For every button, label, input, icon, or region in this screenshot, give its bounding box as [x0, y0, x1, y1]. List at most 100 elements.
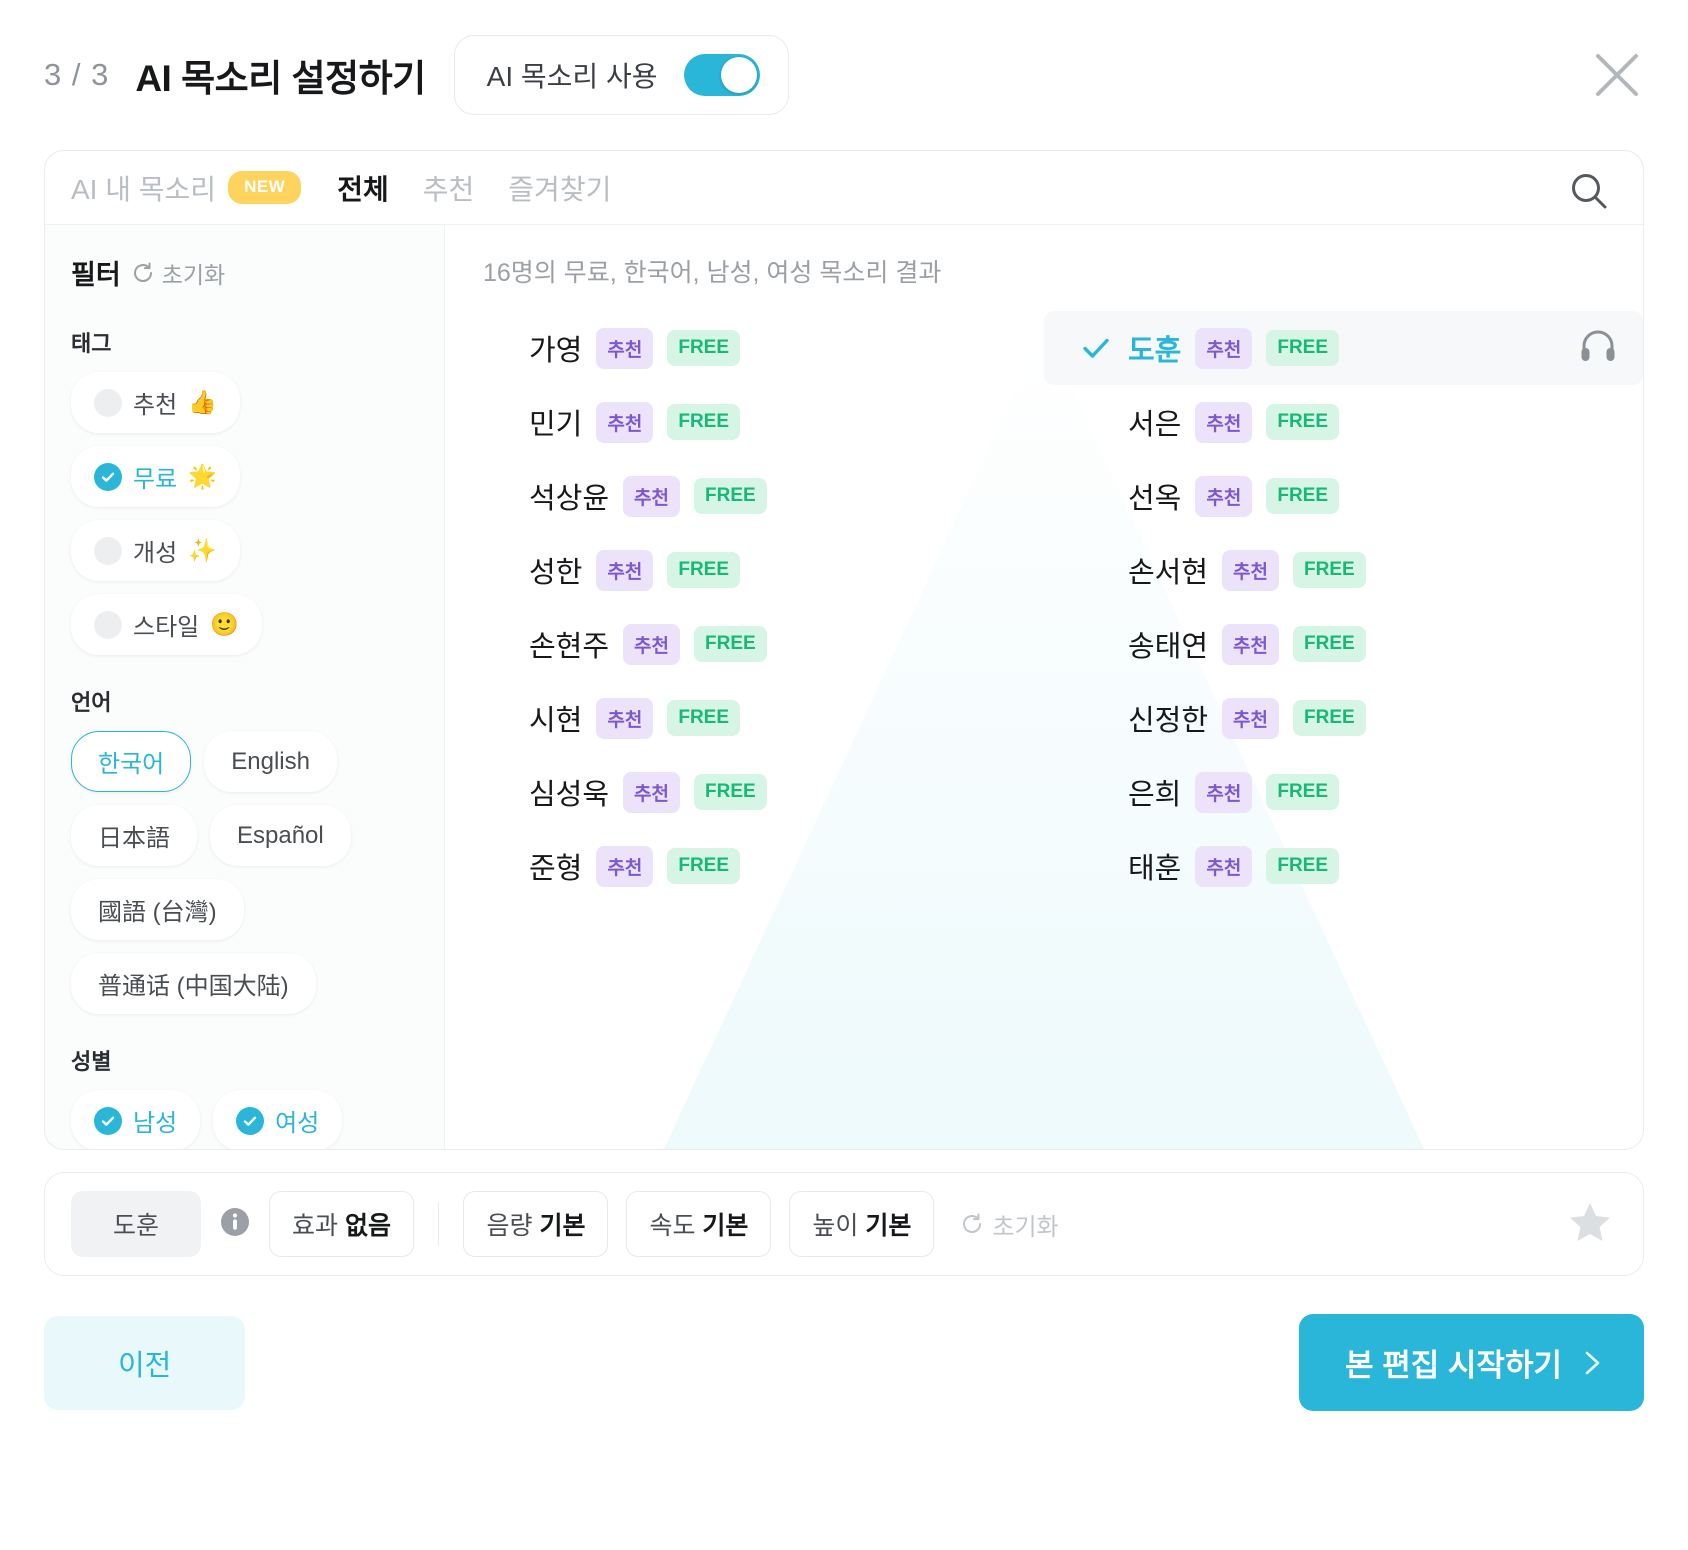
filter-chips-gender: 남성 여성 — [71, 1090, 418, 1149]
voice-selected-check-icon — [1080, 332, 1114, 364]
toggle-knob — [721, 57, 757, 93]
badge-free: FREE — [1266, 330, 1339, 366]
tab-my-ai-voice[interactable]: AI 내 목소리 — [71, 168, 216, 208]
chip-checked-icon — [94, 463, 122, 491]
previous-button[interactable]: 이전 — [44, 1316, 245, 1410]
reset-icon — [960, 1212, 984, 1236]
filter-chip-lang-english[interactable]: English — [204, 731, 337, 792]
toolbar-reset-button[interactable]: 초기화 — [960, 1207, 1058, 1242]
headphone-icon[interactable] — [1577, 325, 1619, 372]
badge-free: FREE — [1293, 552, 1366, 588]
filter-panel: 필터 초기화 태그 추천 👍 — [45, 225, 445, 1149]
pitch-prefix: 높이 — [812, 1212, 865, 1240]
volume-setting-button[interactable]: 음량 기본 — [463, 1191, 608, 1257]
filter-chip-lang-japanese[interactable]: 日本語 — [71, 805, 197, 866]
filter-chip-recommend[interactable]: 추천 👍 — [71, 372, 240, 433]
badge-recommend: 추천 — [1222, 550, 1279, 591]
ai-voice-toggle-card[interactable]: AI 목소리 사용 — [454, 35, 789, 115]
filter-chip-gender-male[interactable]: 남성 — [71, 1090, 200, 1149]
tab-recommended[interactable]: 추천 — [423, 168, 475, 208]
filter-chip-style[interactable]: 스타일 🙂 — [71, 594, 262, 655]
voice-list-item[interactable]: 심성욱 추천 FREE — [445, 755, 1044, 829]
chip-checked-icon — [94, 1107, 122, 1135]
info-icon[interactable] — [219, 1206, 251, 1243]
step-counter: 3 / 3 — [44, 57, 109, 93]
reset-icon — [131, 261, 155, 285]
pitch-setting-button[interactable]: 높이 기본 — [789, 1191, 934, 1257]
voice-list-item[interactable]: 손현주 추천 FREE — [445, 607, 1044, 681]
voice-list-item[interactable]: 선옥 추천 FREE — [1044, 459, 1643, 533]
ai-voice-setup-page: 3 / 3 AI 목소리 설정하기 AI 목소리 사용 AI 내 목소리 NEW… — [0, 0, 1688, 1550]
start-editing-button[interactable]: 본 편집 시작하기 — [1299, 1314, 1644, 1411]
volume-prefix: 음량 — [486, 1212, 539, 1240]
sparkle-icon: ✨ — [188, 539, 217, 562]
speed-setting-button[interactable]: 속도 기본 — [626, 1191, 771, 1257]
filter-chip-lang-spanish[interactable]: Español — [210, 805, 351, 866]
filter-chips-language: 한국어 English 日本語 Español 國語 (台灣) 普通话 (中国大… — [71, 731, 418, 1014]
page-title: AI 목소리 설정하기 — [135, 48, 425, 102]
filter-chip-lang-mandarin-cn[interactable]: 普通话 (中国大陆) — [71, 953, 316, 1014]
voice-list-item[interactable]: 송태연 추천 FREE — [1044, 607, 1643, 681]
filter-chip-gender-female[interactable]: 여성 — [213, 1090, 342, 1149]
voice-list-item[interactable]: 서은 추천 FREE — [1044, 385, 1643, 459]
badge-free: FREE — [694, 478, 767, 514]
voice-column-left: 가영 추천 FREE 민기 추천 FREE 석상윤 — [445, 311, 1044, 903]
close-icon[interactable] — [1588, 46, 1646, 104]
voice-results-panel: 16명의 무료, 한국어, 남성, 여성 목소리 결과 가영 추천 FREE 민… — [445, 225, 1643, 1149]
pitch-value: 기본 — [865, 1212, 911, 1240]
voice-list-item[interactable]: 태훈 추천 FREE — [1044, 829, 1643, 903]
voice-list-item[interactable]: 민기 추천 FREE — [445, 385, 1044, 459]
voice-name: 신정한 — [1128, 697, 1208, 739]
voice-settings-toolbar: 도훈 효과 없음 음량 기본 속도 기본 높이 기본 초기화 — [44, 1172, 1644, 1276]
voice-list-item[interactable]: 성한 추천 FREE — [445, 533, 1044, 607]
chip-label: 추천 — [133, 385, 177, 420]
voice-name: 성한 — [529, 549, 582, 591]
effect-setting-button[interactable]: 효과 없음 — [269, 1191, 414, 1257]
filter-chip-free[interactable]: 무료 🌟 — [71, 446, 240, 507]
badge-recommend: 추천 — [623, 476, 680, 517]
search-icon[interactable] — [1567, 169, 1611, 218]
badge-free: FREE — [694, 626, 767, 662]
badge-recommend: 추천 — [596, 328, 653, 369]
badge-free: FREE — [1266, 848, 1339, 884]
card-body: 필터 초기화 태그 추천 👍 — [45, 225, 1643, 1149]
voice-list-item[interactable]: 시현 추천 FREE — [445, 681, 1044, 755]
star-icon[interactable] — [1567, 1199, 1613, 1250]
badge-free: FREE — [1293, 700, 1366, 736]
voice-list-item[interactable]: 신정한 추천 FREE — [1044, 681, 1643, 755]
filter-reset-button[interactable]: 초기화 — [131, 256, 225, 290]
chip-label: 남성 — [133, 1103, 177, 1138]
badge-free: FREE — [667, 552, 740, 588]
page-footer: 이전 본 편집 시작하기 — [44, 1314, 1644, 1411]
tab-favorites[interactable]: 즐겨찾기 — [508, 168, 611, 208]
voice-list-item[interactable]: 손서현 추천 FREE — [1044, 533, 1643, 607]
voice-name: 서은 — [1128, 401, 1181, 443]
chip-label: 개성 — [133, 533, 177, 568]
voice-name: 도훈 — [1128, 327, 1181, 369]
thumbs-up-icon: 👍 — [188, 391, 217, 414]
voice-name: 심성욱 — [529, 771, 609, 813]
selected-voice-chip[interactable]: 도훈 — [71, 1191, 201, 1257]
badge-recommend: 추천 — [623, 772, 680, 813]
voice-name: 민기 — [529, 401, 582, 443]
voice-list-item[interactable]: 준형 추천 FREE — [445, 829, 1044, 903]
tab-all[interactable]: 전체 — [337, 168, 389, 208]
voice-list-item-selected[interactable]: 도훈 추천 FREE — [1044, 311, 1643, 385]
badge-recommend: 추천 — [623, 624, 680, 665]
filter-chips-tag: 추천 👍 무료 🌟 개성 ✨ — [71, 372, 418, 655]
speed-value: 기본 — [702, 1212, 748, 1240]
voice-column-right: 도훈 추천 FREE 서은 추천 FREE — [1044, 311, 1643, 903]
voice-list-item[interactable]: 가영 추천 FREE — [445, 311, 1044, 385]
filter-header: 필터 초기화 — [71, 253, 418, 292]
voice-name: 시현 — [529, 697, 582, 739]
voice-list-item[interactable]: 은희 추천 FREE — [1044, 755, 1643, 829]
filter-chip-lang-mandarin-tw[interactable]: 國語 (台灣) — [71, 879, 244, 940]
voice-name: 송태연 — [1128, 623, 1208, 665]
filter-chip-lang-korean[interactable]: 한국어 — [71, 731, 191, 792]
ai-voice-toggle-switch[interactable] — [684, 54, 760, 96]
voice-list-item[interactable]: 석상윤 추천 FREE — [445, 459, 1044, 533]
voice-name: 선옥 — [1128, 475, 1181, 517]
chip-checked-icon — [236, 1107, 264, 1135]
filter-chip-personality[interactable]: 개성 ✨ — [71, 520, 240, 581]
filter-reset-label: 초기화 — [162, 256, 225, 290]
